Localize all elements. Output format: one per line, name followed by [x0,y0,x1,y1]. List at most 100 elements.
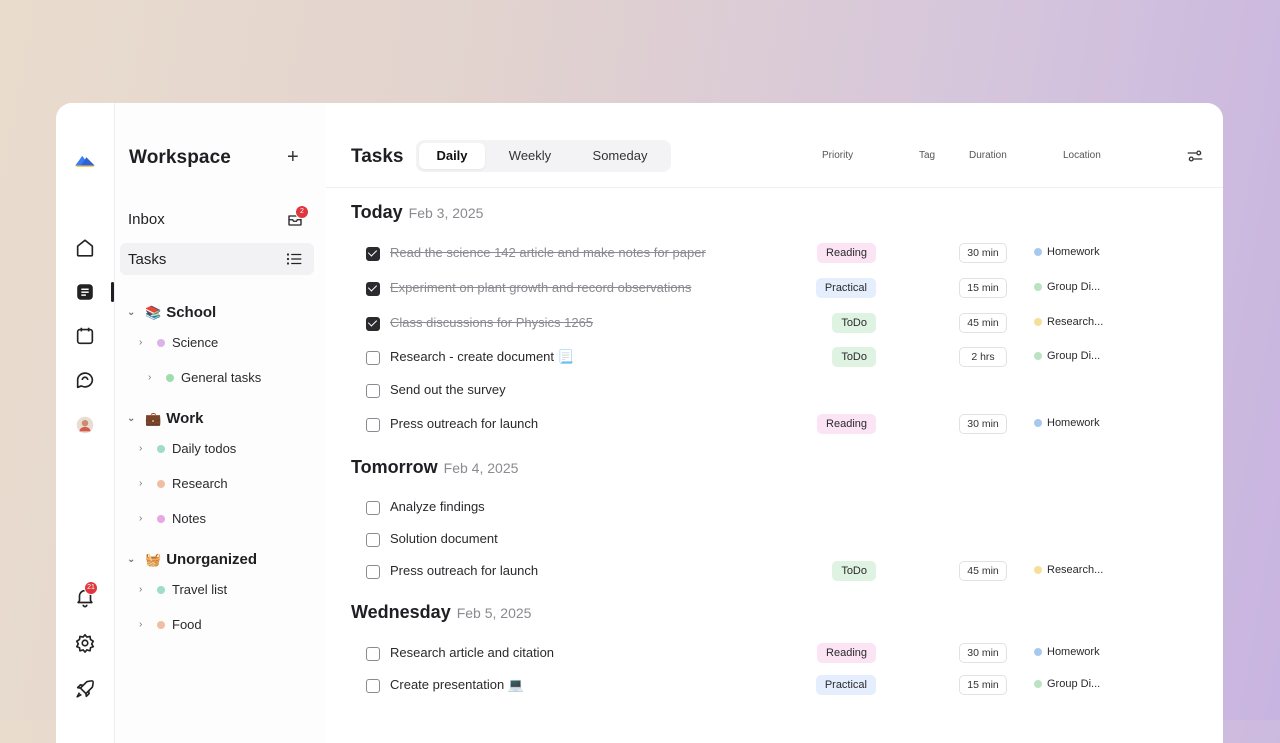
sidebar-item-tasks[interactable]: Tasks [120,243,314,275]
sidebar-item-travel-list[interactable]: › Travel list [139,582,227,597]
duration-chip[interactable]: 15 min [959,675,1007,695]
sidebar-item-daily-todos[interactable]: › Daily todos [139,441,236,456]
chevron-right-icon: › [139,337,143,348]
settings-gear-icon[interactable] [73,631,97,655]
task-checkbox[interactable] [366,247,380,261]
task-title[interactable]: Send out the survey [390,382,506,397]
task-checkbox[interactable] [366,282,380,296]
group-unorganized[interactable]: ⌄ 🧺 Unorganized [127,551,257,568]
rocket-icon[interactable] [73,677,97,701]
task-checkbox[interactable] [366,679,380,693]
column-location[interactable]: Location [1063,150,1101,161]
task-row[interactable]: Experiment on plant growth and record ob… [366,278,1126,302]
task-checkbox[interactable] [366,384,380,398]
task-row[interactable]: Press outreach for launch ToDo 45 min Resea… [366,561,1126,585]
tag-badge[interactable]: Practical [815,278,876,298]
icon-rail: 21 [56,103,115,743]
location-color-dot [1034,318,1042,326]
location-label[interactable]: Homework [1034,417,1100,429]
task-title[interactable]: Read the science 142 article and make no… [390,245,706,260]
column-duration[interactable]: Duration [969,150,1007,161]
location-text: Homework [1047,246,1100,258]
task-row[interactable]: Solution document [366,529,1126,553]
tab-someday[interactable]: Someday [574,143,666,169]
duration-chip[interactable]: 45 min [959,313,1007,333]
app-logo-icon[interactable] [73,148,97,172]
task-row[interactable]: Analyze findings [366,497,1126,521]
task-checkbox[interactable] [366,533,380,547]
sidebar-item-notes[interactable]: › Notes [139,511,206,526]
tag-badge[interactable]: Reading [817,414,876,434]
tab-weekly[interactable]: Weekly [490,143,570,169]
sidebar-item-research[interactable]: › Research [139,476,228,491]
sidebar-item-food[interactable]: › Food [139,617,202,632]
task-row[interactable]: Read the science 142 article and make no… [366,243,1126,267]
tasks-icon[interactable] [73,280,97,304]
task-checkbox[interactable] [366,565,380,579]
tag-badge[interactable]: ToDo [832,313,876,333]
group-work[interactable]: ⌄ 💼 Work [127,410,203,427]
filter-sliders-icon[interactable] [1186,147,1204,170]
tag-badge[interactable]: Practical [815,675,876,695]
tag-badge[interactable]: Reading [817,643,876,663]
location-label[interactable]: Research... [1034,316,1103,328]
location-label[interactable]: Homework [1034,246,1100,258]
chevron-right-icon: › [139,584,143,595]
task-row[interactable]: Create presentation 💻 Practical 15 min Grou… [366,675,1126,699]
location-label[interactable]: Homework [1034,646,1100,658]
duration-chip[interactable]: 30 min [959,643,1007,663]
task-checkbox[interactable] [366,501,380,515]
task-checkbox[interactable] [366,647,380,661]
day-date: Feb 3, 2025 [408,205,484,221]
calendar-icon[interactable] [73,324,97,348]
chevron-down-icon: ⌄ [127,307,136,318]
location-label[interactable]: Group Di... [1034,678,1100,690]
task-title[interactable]: Analyze findings [390,499,485,514]
sidebar-item-general-tasks[interactable]: › General tasks [148,370,261,385]
tag-badge[interactable]: Reading [817,243,876,263]
task-title[interactable]: Press outreach for launch [390,563,538,578]
group-label: Work [166,410,204,427]
view-tabs: Daily Weekly Someday [416,140,671,172]
task-checkbox[interactable] [366,351,380,365]
task-row[interactable]: Press outreach for launch Reading 30 min Ho… [366,414,1126,438]
task-row[interactable]: Class discussions for Physics 1265 ToDo 45… [366,313,1126,337]
tag-badge[interactable]: ToDo [832,347,876,367]
tab-daily[interactable]: Daily [419,143,485,169]
sidebar-item-science[interactable]: › Science [139,335,218,350]
task-title[interactable]: Solution document [390,531,498,546]
task-checkbox[interactable] [366,418,380,432]
location-label[interactable]: Group Di... [1034,281,1100,293]
task-row[interactable]: Research - create document 📃 ToDo 2 hrs Gro… [366,347,1126,371]
avatar[interactable] [73,413,97,437]
column-tag[interactable]: Tag [919,150,935,161]
location-label[interactable]: Research... [1034,564,1103,576]
task-title[interactable]: Class discussions for Physics 1265 [390,315,593,330]
task-title[interactable]: Create presentation 💻 [390,677,524,693]
task-title[interactable]: Research article and citation [390,645,554,660]
column-priority[interactable]: Priority [822,150,853,161]
chat-icon[interactable] [73,368,97,392]
add-workspace-item-button[interactable]: + [287,147,299,167]
main-panel: Tasks Daily Weekly Someday Priority Tag … [326,103,1223,743]
task-title[interactable]: Experiment on plant growth and record ob… [390,280,691,295]
task-title[interactable]: Research - create document 📃 [390,349,574,365]
duration-chip[interactable]: 30 min [959,414,1007,434]
duration-chip[interactable]: 2 hrs [959,347,1007,367]
day-heading: Wednesday Feb 5, 2025 [351,602,531,623]
sidebar-item-inbox[interactable]: Inbox 2 [120,203,314,235]
duration-chip[interactable]: 15 min [959,278,1007,298]
bell-icon[interactable]: 21 [73,581,98,609]
duration-chip[interactable]: 30 min [959,243,1007,263]
task-row[interactable]: Send out the survey [366,380,1126,404]
tag-badge[interactable]: ToDo [832,561,876,581]
duration-chip[interactable]: 45 min [959,561,1007,581]
task-row[interactable]: Research article and citation Reading 30 m… [366,643,1126,667]
day-date: Feb 5, 2025 [456,605,532,621]
item-label: Research [172,476,228,491]
task-checkbox[interactable] [366,317,380,331]
home-icon[interactable] [73,236,97,260]
task-title[interactable]: Press outreach for launch [390,416,538,431]
group-school[interactable]: ⌄ 📚 School [127,304,216,321]
location-label[interactable]: Group Di... [1034,350,1100,362]
